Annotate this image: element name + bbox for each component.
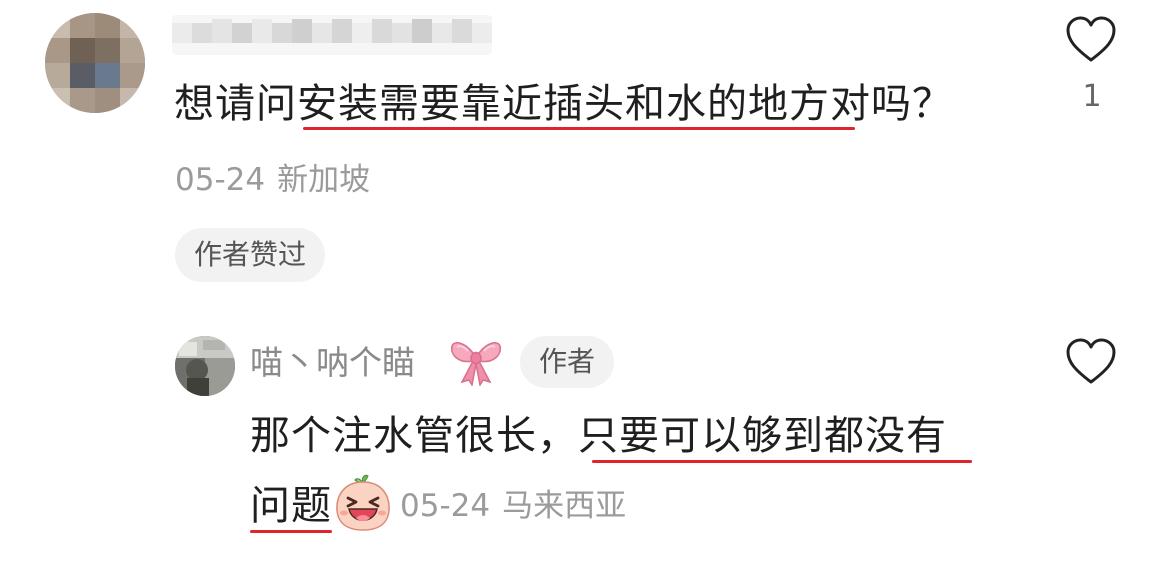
comment-location: 新加坡 xyxy=(277,162,371,198)
comment-meta: 05-24 新加坡 xyxy=(175,160,370,200)
reply-like-button[interactable] xyxy=(1065,338,1117,386)
pink-bow-icon xyxy=(448,336,504,386)
reply-location: 马来西亚 xyxy=(502,488,627,524)
heart-outline-icon xyxy=(1066,16,1116,62)
reply-text-highlighted: 只要可以够到都没有 xyxy=(578,413,947,459)
reply-username[interactable]: 喵丶呐个瞄 xyxy=(250,340,415,386)
reply-highlight-underline-1 xyxy=(592,460,972,463)
comment-like-button[interactable] xyxy=(1065,16,1117,64)
reply-date: 05-24 xyxy=(400,488,491,524)
comment-text-highlighted: 安装需要靠近插头和水的地方 xyxy=(297,81,830,127)
reply-highlight-underline-2 xyxy=(250,530,332,533)
reply-avatar[interactable] xyxy=(175,336,235,396)
reply-meta: 05-24 马来西亚 xyxy=(400,486,626,526)
heart-outline-icon xyxy=(1066,338,1116,384)
comment-date: 05-24 xyxy=(175,162,266,198)
laughing-face-icon xyxy=(334,472,392,532)
author-liked-badge: 作者赞过 xyxy=(175,228,326,282)
comment-text-plain-before: 想请问 xyxy=(174,81,297,127)
reply-text-plain: 那个注水管很长， xyxy=(250,413,578,459)
comment-text-plain-after: 对吗？ xyxy=(830,81,953,127)
comment-highlight-underline xyxy=(303,127,855,130)
author-badge: 作者 xyxy=(520,336,615,388)
commenter-username-blurred[interactable] xyxy=(172,15,492,55)
comment-like-count: 1 xyxy=(1082,79,1102,114)
reply-text-line-2: 问题 xyxy=(250,483,332,529)
reply-text-line-1: 那个注水管很长，只要可以够到都没有 xyxy=(250,410,947,462)
commenter-avatar[interactable] xyxy=(45,13,145,113)
comment-text: 想请问安装需要靠近插头和水的地方对吗？ xyxy=(174,78,953,130)
